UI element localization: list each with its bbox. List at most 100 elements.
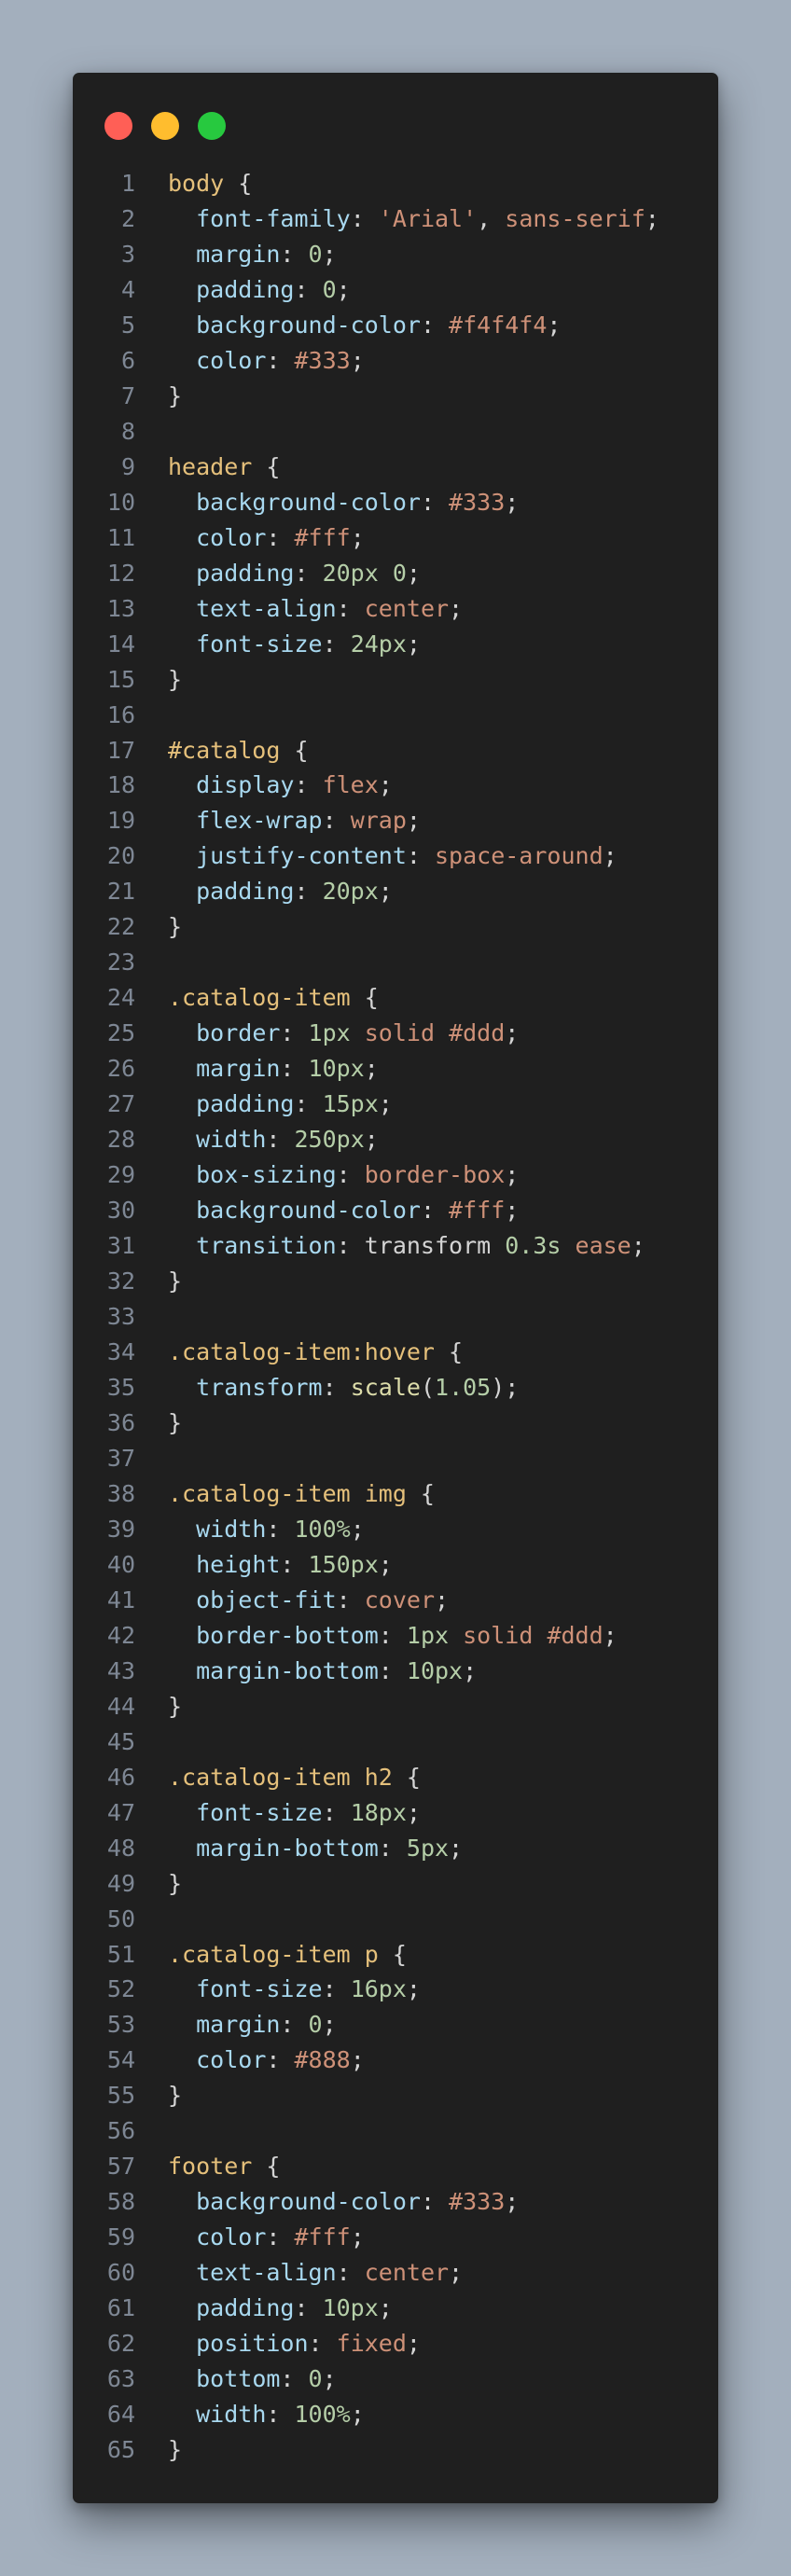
- code-token: :: [308, 2330, 337, 2358]
- code-token: margin-bottom: [196, 1834, 379, 1862]
- code-token: ;: [378, 1090, 393, 1118]
- code-line: 20 justify-content: space-around;: [73, 838, 718, 874]
- code-token: 0: [308, 240, 323, 268]
- code-token: fixed: [336, 2330, 407, 2358]
- code-token: padding: [196, 275, 295, 303]
- code-token: margin: [196, 240, 281, 268]
- code-token: :: [322, 1975, 351, 2003]
- code-token: :: [280, 2011, 309, 2039]
- code-text: padding: 10px;: [168, 2291, 393, 2326]
- code-token: wrap: [350, 807, 407, 835]
- code-line: 61 padding: 10px;: [73, 2291, 718, 2326]
- code-token: :: [322, 807, 351, 835]
- code-token: 1px: [406, 1621, 450, 1649]
- code-token: :: [420, 1197, 450, 1225]
- code-text: }: [168, 379, 182, 414]
- minimize-window-icon[interactable]: [151, 112, 179, 140]
- code-text: text-align: center;: [168, 591, 463, 627]
- code-token: :: [280, 2365, 309, 2393]
- code-line: 52 font-size: 16px;: [73, 1972, 718, 2007]
- code-line: 12 padding: 20px 0;: [73, 556, 718, 591]
- code-text: .catalog-item h2 {: [168, 1760, 421, 1795]
- close-window-icon[interactable]: [104, 112, 132, 140]
- code-token: :: [266, 523, 295, 551]
- code-token: #catalog: [168, 736, 281, 764]
- line-number: 19: [106, 807, 135, 835]
- code-text: background-color: #333;: [168, 2184, 519, 2220]
- code-line: 3 margin: 0;: [73, 237, 718, 272]
- line-number: 43: [106, 1656, 135, 1684]
- code-text: justify-content: space-around;: [168, 838, 618, 874]
- line-number: 45: [106, 1727, 135, 1755]
- code-line: 41 object-fit: cover;: [73, 1583, 718, 1618]
- code-token: {: [224, 170, 253, 197]
- line-number: 5: [120, 311, 135, 339]
- code-token: footer: [168, 2153, 253, 2181]
- code-line: 29 box-sizing: border-box;: [73, 1157, 718, 1193]
- code-token: font-size: [196, 630, 323, 658]
- code-token: :: [350, 204, 379, 232]
- code-token: 0: [392, 559, 407, 587]
- code-token: :: [378, 1621, 407, 1649]
- code-line: 15}: [73, 662, 718, 698]
- code-token: ;: [406, 1798, 421, 1826]
- code-token: 'Arial': [378, 204, 478, 232]
- code-line: 58 background-color: #333;: [73, 2184, 718, 2220]
- code-line: 37: [73, 1441, 718, 1476]
- code-token: ;: [449, 594, 464, 622]
- code-token: ;: [435, 1586, 450, 1613]
- line-number: 60: [106, 2259, 135, 2287]
- code-token: text-align: [196, 2259, 337, 2287]
- code-text: margin-bottom: 10px;: [168, 1654, 477, 1689]
- line-number: 42: [106, 1621, 135, 1649]
- code-line: 33: [73, 1299, 718, 1335]
- line-number: 6: [120, 346, 135, 374]
- code-line: 17 #catalog {: [73, 733, 718, 769]
- code-text: width: 100%;: [168, 1512, 365, 1547]
- code-token: space-around: [435, 842, 604, 870]
- code-token: ;: [322, 240, 337, 268]
- code-line: 14 font-size: 24px;: [73, 627, 718, 662]
- code-token: ;: [322, 2365, 337, 2393]
- code-token: {: [392, 1763, 421, 1791]
- code-token: ;: [350, 523, 365, 551]
- code-token: padding: [196, 2294, 295, 2322]
- code-token: :: [294, 1090, 323, 1118]
- code-token: :: [280, 1055, 309, 1083]
- line-number: 56: [106, 2117, 135, 2145]
- code-token: #333: [449, 2188, 506, 2216]
- maximize-window-icon[interactable]: [198, 112, 226, 140]
- code-token: :: [294, 2294, 323, 2322]
- code-token: padding: [196, 878, 295, 906]
- line-number: 46: [106, 1763, 135, 1791]
- code-token: .catalog-item p: [168, 1940, 379, 1968]
- code-token: :: [322, 630, 351, 658]
- code-token: 10px: [322, 2294, 379, 2322]
- code-line: 18 display: flex;: [73, 768, 718, 803]
- line-number: 54: [106, 2046, 135, 2074]
- code-token: 15px: [322, 1090, 379, 1118]
- line-number: 35: [106, 1373, 135, 1401]
- code-line: 26 margin: 10px;: [73, 1051, 718, 1087]
- code-text: padding: 0;: [168, 272, 351, 308]
- line-number: 57: [106, 2153, 135, 2181]
- code-token: (: [420, 1373, 436, 1401]
- code-token: .catalog-item:hover: [168, 1338, 435, 1365]
- code-token: ;: [505, 2188, 520, 2216]
- code-token: :: [294, 275, 323, 303]
- line-number: 53: [106, 2011, 135, 2039]
- code-token: border-bottom: [196, 1621, 379, 1649]
